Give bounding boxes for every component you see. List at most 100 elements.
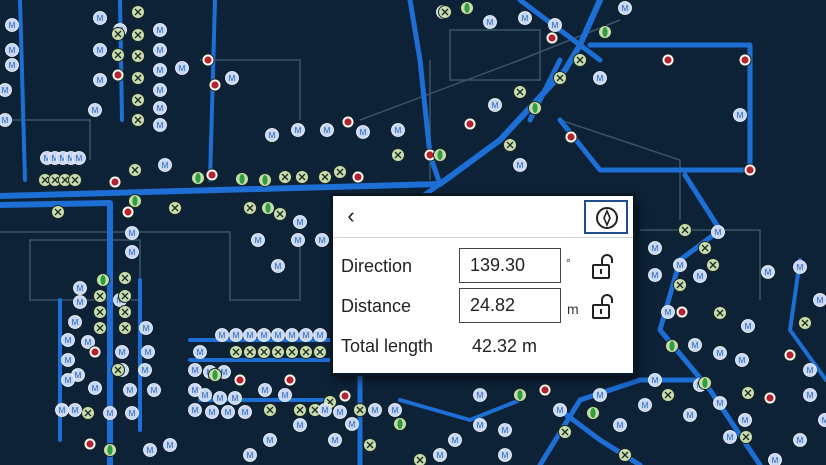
svg-text:M: M xyxy=(349,420,356,429)
meter-icon: M xyxy=(175,61,189,75)
junction-icon xyxy=(706,258,720,272)
svg-text:M: M xyxy=(192,386,199,395)
meter-icon: M xyxy=(153,83,167,97)
valve-icon xyxy=(598,25,612,39)
chevron-left-icon[interactable]: ‹ xyxy=(339,204,363,228)
meter-icon: M xyxy=(147,383,161,397)
meter-icon: M xyxy=(193,345,207,359)
junction-icon xyxy=(313,345,327,359)
meter-icon: M xyxy=(61,353,75,367)
valve-icon xyxy=(528,101,542,115)
direction-field[interactable] xyxy=(459,248,561,283)
junction-icon xyxy=(68,173,82,187)
svg-text:M: M xyxy=(209,408,216,417)
meter-icon: M xyxy=(153,63,167,77)
junction-icon xyxy=(131,93,145,107)
meter-icon: M xyxy=(368,403,382,417)
svg-text:M: M xyxy=(289,331,296,340)
distance-field[interactable] xyxy=(459,288,561,323)
svg-text:M: M xyxy=(72,406,79,415)
svg-text:M: M xyxy=(269,131,276,140)
svg-text:M: M xyxy=(157,121,164,130)
meter-icon: M xyxy=(278,388,292,402)
junction-icon xyxy=(131,113,145,127)
svg-text:M: M xyxy=(622,4,629,13)
svg-text:M: M xyxy=(197,348,204,357)
valve-icon xyxy=(261,201,275,215)
svg-text:M: M xyxy=(817,296,824,305)
junction-icon xyxy=(741,386,755,400)
svg-text:M: M xyxy=(487,18,494,27)
svg-text:M: M xyxy=(147,446,154,455)
junction-icon xyxy=(299,345,313,359)
valve-icon xyxy=(698,376,712,390)
meter-icon: M xyxy=(793,260,807,274)
hydrant-icon xyxy=(111,68,125,82)
svg-text:M: M xyxy=(437,451,444,460)
svg-text:M: M xyxy=(742,416,749,425)
junction-icon xyxy=(263,403,277,417)
meter-icon: M xyxy=(738,413,752,427)
meter-icon: M xyxy=(733,108,747,122)
valve-icon xyxy=(433,148,447,162)
meter-icon: M xyxy=(735,353,749,367)
meter-icon: M xyxy=(299,328,313,342)
meter-icon: M xyxy=(713,396,727,410)
svg-text:M: M xyxy=(717,399,724,408)
meter-icon: M xyxy=(153,43,167,57)
meter-icon: M xyxy=(648,241,662,255)
meter-icon: M xyxy=(293,418,307,432)
meter-icon: M xyxy=(205,405,219,419)
svg-text:M: M xyxy=(282,391,289,400)
compass-button[interactable] xyxy=(584,200,628,234)
meter-icon: M xyxy=(688,338,702,352)
svg-text:M: M xyxy=(129,409,136,418)
meter-icon: M xyxy=(448,433,462,447)
hydrant-icon xyxy=(201,53,215,67)
valve-icon xyxy=(128,194,142,208)
svg-text:M: M xyxy=(517,161,524,170)
svg-text:M: M xyxy=(652,271,659,280)
svg-text:M: M xyxy=(765,268,772,277)
svg-text:M: M xyxy=(295,236,302,245)
meter-icon: M xyxy=(648,268,662,282)
direction-distance-panel: ‹ Direction ° Distance m Total length 42… xyxy=(333,196,633,373)
meter-icon: M xyxy=(153,118,167,132)
svg-text:M: M xyxy=(452,436,459,445)
svg-text:M: M xyxy=(360,128,367,137)
svg-text:M: M xyxy=(739,356,746,365)
svg-text:M: M xyxy=(192,366,199,375)
hydrant-icon xyxy=(233,373,247,387)
meter-icon: M xyxy=(291,123,305,137)
meter-icon: M xyxy=(238,405,252,419)
hydrant-icon xyxy=(545,31,559,45)
meter-icon: M xyxy=(803,363,817,377)
unlock-icon[interactable] xyxy=(591,294,615,320)
svg-text:M: M xyxy=(822,416,826,425)
svg-text:M: M xyxy=(687,411,694,420)
svg-text:M: M xyxy=(477,421,484,430)
svg-text:M: M xyxy=(372,406,379,415)
svg-text:M: M xyxy=(262,386,269,395)
meter-icon: M xyxy=(673,258,687,272)
svg-text:M: M xyxy=(652,376,659,385)
svg-text:M: M xyxy=(297,421,304,430)
svg-text:M: M xyxy=(322,406,329,415)
junction-icon xyxy=(118,305,132,319)
svg-text:M: M xyxy=(502,451,509,460)
svg-text:M: M xyxy=(261,331,268,340)
meter-icon: M xyxy=(271,328,285,342)
svg-text:M: M xyxy=(179,64,186,73)
junction-icon xyxy=(257,345,271,359)
svg-text:M: M xyxy=(242,408,249,417)
meter-icon: M xyxy=(93,43,107,57)
svg-text:M: M xyxy=(97,76,104,85)
hydrant-icon xyxy=(675,305,689,319)
meter-icon: M xyxy=(73,281,87,295)
meter-icon: M xyxy=(498,423,512,437)
svg-text:M: M xyxy=(295,126,302,135)
meter-icon: M xyxy=(593,388,607,402)
junction-icon xyxy=(111,363,125,377)
unlock-icon[interactable] xyxy=(591,254,615,280)
meter-icon: M xyxy=(251,233,265,247)
